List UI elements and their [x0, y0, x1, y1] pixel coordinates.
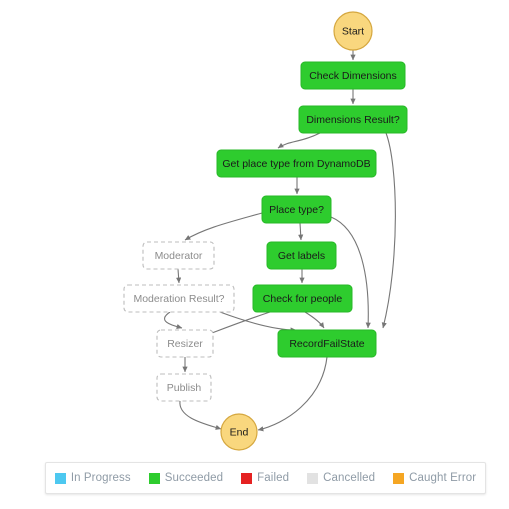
node-dimresult[interactable]: Dimensions Result?	[298, 105, 408, 134]
node-resizer[interactable]: Resizer	[156, 329, 214, 358]
edge-recordfail-to-end	[257, 356, 328, 432]
edge-dimresult-to-getplace	[277, 132, 321, 149]
edge-publish-to-end	[179, 400, 222, 430]
node-placetype[interactable]: Place type?	[261, 195, 332, 224]
node-publish[interactable]: Publish	[156, 373, 212, 402]
node-moderator[interactable]: Moderator	[142, 241, 215, 270]
node-shape-end	[220, 413, 258, 451]
node-shape-resizer	[156, 329, 214, 358]
node-shape-checkppl	[252, 284, 353, 313]
legend-item-failed[interactable]: Failed	[241, 472, 289, 484]
node-modresult[interactable]: Moderation Result?	[123, 284, 235, 313]
legend-item-succeeded[interactable]: Succeeded	[148, 472, 224, 484]
node-checkppl[interactable]: Check for people	[252, 284, 353, 313]
in-progress-swatch	[54, 472, 66, 484]
node-shape-moderator	[142, 241, 215, 270]
node-start[interactable]: Start	[333, 11, 373, 51]
node-shape-publish	[156, 373, 212, 402]
edge-modresult-to-recordfail	[219, 311, 297, 333]
graph-canvas[interactable]: Start Check Dimensions Dimensions Result? G…	[0, 0, 509, 455]
status-legend: In Progress Succeeded Failed Cancelled Caugh…	[45, 462, 486, 494]
node-getplace[interactable]: Get place type from DynamoDB	[216, 149, 377, 178]
node-shape-dimresult	[298, 105, 408, 134]
node-recordfail[interactable]: RecordFailState	[277, 329, 377, 358]
edge-modresult-to-resizer	[164, 311, 183, 330]
succeeded-swatch	[148, 472, 160, 484]
node-checkdim[interactable]: Check Dimensions	[300, 61, 406, 90]
legend-label: Caught Error	[409, 472, 477, 484]
legend-label: In Progress	[70, 472, 131, 484]
edge-checkppl-to-recordfail	[304, 311, 325, 329]
edge-checkppl-to-resizer	[203, 311, 271, 337]
node-shape-placetype	[261, 195, 332, 224]
node-shape-getlabels	[266, 241, 337, 270]
node-shape-recordfail	[277, 329, 377, 358]
legend-label: Cancelled	[323, 472, 376, 484]
caught-error-swatch	[393, 472, 405, 484]
node-shape-checkdim	[300, 61, 406, 90]
legend-item-in-progress[interactable]: In Progress	[54, 472, 131, 484]
state-machine-graph: Start Check Dimensions Dimensions Result? G…	[0, 0, 509, 509]
legend-item-caught-error[interactable]: Caught Error	[393, 472, 476, 484]
edge-moderator-to-modresult	[176, 268, 182, 284]
legend-item-cancelled[interactable]: Cancelled	[307, 472, 375, 484]
failed-swatch	[241, 472, 253, 484]
node-end[interactable]: End	[220, 413, 258, 451]
cancelled-swatch	[307, 472, 319, 484]
nodes-layer: Start Check Dimensions Dimensions Result? G…	[123, 11, 408, 451]
node-shape-start	[333, 11, 373, 51]
legend-label: Succeeded	[164, 472, 224, 484]
edge-placetype-to-moderator	[184, 212, 263, 241]
edge-placetype-to-getlabels	[298, 222, 304, 241]
node-shape-modresult	[123, 284, 235, 313]
node-shape-getplace	[216, 149, 377, 178]
edge-dimresult-to-recordfail	[381, 132, 396, 329]
legend-label: Failed	[257, 472, 290, 484]
node-getlabels[interactable]: Get labels	[266, 241, 337, 270]
